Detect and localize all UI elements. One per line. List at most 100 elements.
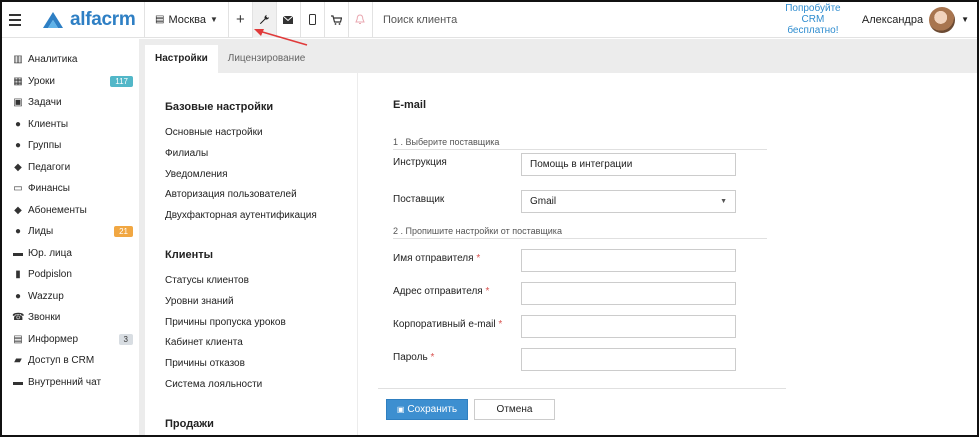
sidebar-item-tasks[interactable]: ▣ Задачи — [2, 92, 139, 114]
chevron-down-icon: ▼ — [210, 15, 218, 24]
sidebar-item-wazzup[interactable]: ● Wazzup — [2, 286, 139, 308]
required-mark: * — [485, 286, 490, 297]
corporate-email-label: Корпоративный e-mail * — [393, 319, 503, 330]
sidebar-item-subscriptions[interactable]: ◆ Абонементы — [2, 200, 139, 222]
menu-link-general-settings[interactable]: Основные настройки — [165, 127, 357, 148]
promo-line-1: Попробуйте — [785, 3, 841, 14]
add-button[interactable]: + — [227, 2, 252, 38]
sender-address-input[interactable] — [521, 282, 736, 305]
menu-link-loyalty-system[interactable]: Система лояльности — [165, 379, 357, 400]
menu-link-client-statuses[interactable]: Статусы клиентов — [165, 275, 357, 296]
lock-icon: ▰ — [14, 355, 22, 367]
settings-tabs: Настройки Лицензирование — [145, 45, 315, 73]
client-search — [371, 2, 778, 38]
integration-help-link[interactable]: Помощь в интеграции — [521, 153, 736, 176]
sidebar-item-podpislon[interactable]: ▮ Podpislon — [2, 264, 139, 286]
leads-count-badge: 21 — [114, 226, 133, 238]
top-bar: alfacrm ▤ Москва ▼ + Попробуйте CRM бесп… — [2, 2, 977, 38]
graduation-cap-icon: ◆ — [14, 161, 22, 173]
chevron-down-icon: ▼ — [961, 15, 969, 24]
calendar-icon: ▦ — [13, 75, 23, 87]
chat-icon: ▬ — [13, 376, 23, 388]
sidebar-item-analytics[interactable]: ▥ Аналитика — [2, 49, 139, 71]
sidebar-item-finance[interactable]: ▭ Финансы — [2, 178, 139, 200]
cart-icon[interactable] — [323, 2, 348, 38]
wrench-icon[interactable] — [251, 2, 276, 38]
user-name: Александра — [861, 13, 924, 26]
provider-selected-value: Gmail — [530, 196, 557, 207]
briefcase-icon: ▬ — [13, 247, 23, 259]
users-icon: ● — [14, 140, 22, 152]
document-icon: ▮ — [15, 269, 21, 281]
password-label: Пароль * — [393, 352, 435, 363]
sidebar-item-crm-access[interactable]: ▰ Доступ в CRM — [2, 350, 139, 372]
required-mark: * — [476, 253, 481, 264]
settings-menu: Базовые настройки Основные настройки Фил… — [145, 73, 357, 435]
save-icon: ▣ — [396, 405, 405, 414]
sales-heading: Продажи — [165, 417, 214, 430]
menu-link-notifications[interactable]: Уведомления — [165, 169, 357, 190]
mail-icon[interactable] — [275, 2, 300, 38]
sidebar-item-calls[interactable]: ☎ Звонки — [2, 307, 139, 329]
instruction-label: Инструкция — [393, 157, 447, 168]
app-window: alfacrm ▤ Москва ▼ + Попробуйте CRM бесп… — [0, 0, 979, 437]
bell-icon[interactable] — [347, 2, 372, 38]
tab-licensing[interactable]: Лицензирование — [218, 45, 316, 73]
sidebar: ▥ Аналитика ▦ Уроки 117 ▣ Задачи ● Клиенты ● Г… — [2, 39, 139, 435]
email-settings-panel: E-mail 1 . Выберите поставщика Инструкци… — [358, 73, 977, 435]
promo-line-2: CRM бесплатно! — [787, 14, 839, 36]
main-content: Настройки Лицензирование Базовые настрой… — [139, 39, 977, 435]
sidebar-item-groups[interactable]: ● Группы — [2, 135, 139, 157]
save-button[interactable]: ▣ Сохранить — [386, 399, 468, 420]
whatsapp-icon: ● — [14, 290, 22, 302]
alfacrm-logo-icon — [43, 11, 63, 28]
menu-link-user-authorization[interactable]: Авторизация пользователей — [165, 189, 357, 210]
menu-link-client-cabinet[interactable]: Кабинет клиента — [165, 337, 357, 358]
email-section-title: E-mail — [393, 99, 427, 111]
sidebar-item-clients[interactable]: ● Клиенты — [2, 114, 139, 136]
user-icon: ● — [14, 226, 22, 238]
step-2-heading: 2 . Пропишите настройки от поставщика — [393, 226, 767, 239]
provider-label: Поставщик — [393, 194, 445, 205]
chevron-down-icon: ▼ — [720, 198, 727, 205]
try-crm-link[interactable]: Попробуйте CRM бесплатно! — [778, 3, 848, 36]
corporate-email-input[interactable] — [521, 315, 736, 338]
menu-link-knowledge-levels[interactable]: Уровни знаний — [165, 296, 357, 317]
client-search-input[interactable] — [382, 13, 583, 26]
sender-name-input[interactable] — [521, 249, 736, 272]
user-icon: ● — [14, 118, 22, 130]
menu-link-absence-reasons[interactable]: Причины пропуска уроков — [165, 317, 357, 338]
sidebar-item-informer[interactable]: ▤ Информер 3 — [2, 329, 139, 351]
cancel-button[interactable]: Отмена — [474, 399, 555, 420]
sender-name-label: Имя отправителя * — [393, 253, 481, 264]
sidebar-item-legal-entities[interactable]: ▬ Юр. лица — [2, 243, 139, 265]
sidebar-item-leads[interactable]: ● Лиды 21 — [2, 221, 139, 243]
lessons-count-badge: 117 — [110, 75, 133, 87]
city-selector[interactable]: ▤ Москва ▼ — [144, 2, 228, 38]
avatar — [929, 6, 956, 33]
building-icon: ▤ — [155, 14, 165, 25]
menu-toggle-icon[interactable] — [2, 2, 28, 38]
money-icon: ▭ — [13, 183, 23, 195]
menu-link-branches[interactable]: Филиалы — [165, 148, 357, 169]
tag-icon: ◆ — [14, 204, 22, 216]
sidebar-item-lessons[interactable]: ▦ Уроки 117 — [2, 71, 139, 93]
brand-logo[interactable]: alfacrm — [28, 9, 144, 31]
user-menu[interactable]: Александра ▼ — [861, 6, 977, 33]
newspaper-icon: ▤ — [13, 333, 23, 345]
city-label: Москва — [168, 13, 207, 26]
sidebar-item-teachers[interactable]: ◆ Педагоги — [2, 157, 139, 179]
required-mark: * — [430, 352, 435, 363]
phone-icon: ☎ — [12, 312, 25, 324]
password-input[interactable] — [521, 348, 736, 371]
clipboard-icon: ▣ — [13, 97, 23, 109]
sender-address-label: Адрес отправителя * — [393, 286, 490, 297]
tab-settings[interactable]: Настройки — [145, 45, 218, 73]
mobile-icon[interactable] — [299, 2, 324, 38]
sidebar-item-internal-chat[interactable]: ▬ Внутренний чат — [2, 372, 139, 394]
menu-link-refusal-reasons[interactable]: Причины отказов — [165, 358, 357, 379]
provider-select[interactable]: Gmail ▼ — [521, 190, 736, 213]
basic-settings-heading: Базовые настройки — [165, 101, 274, 113]
informer-count-badge: 3 — [118, 333, 133, 345]
menu-link-two-factor-auth[interactable]: Двухфакторная аутентификация — [165, 210, 357, 231]
